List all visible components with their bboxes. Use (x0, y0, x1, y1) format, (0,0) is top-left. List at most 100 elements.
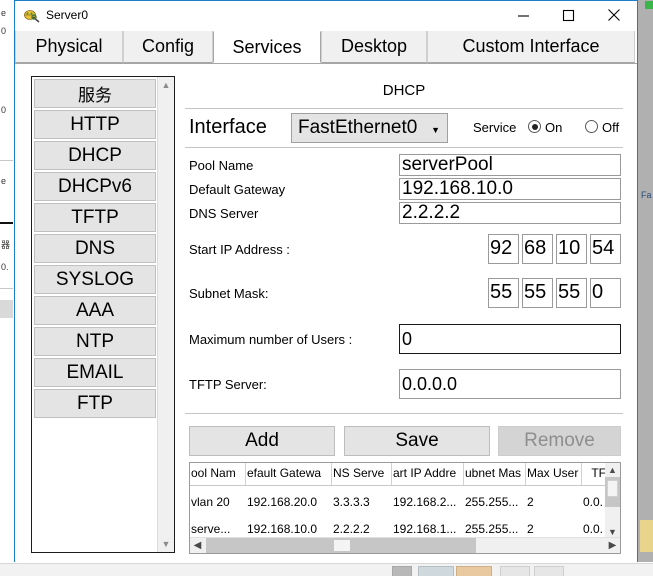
remove-button: Remove (498, 426, 621, 456)
start-ip-row: Start IP Address : 92 68 10 54 (185, 234, 623, 266)
divider (185, 147, 623, 148)
sidebar-scrollbar[interactable]: ▲ ▼ (157, 77, 174, 552)
action-buttons: Add Save Remove (185, 426, 623, 456)
scrollbar-thumb[interactable] (334, 540, 350, 551)
tab-config[interactable]: Config (123, 31, 213, 63)
sidebar-item-aaa[interactable]: AAA (34, 296, 156, 325)
dhcp-form: Pool Name serverPool Default Gateway 192… (185, 154, 623, 401)
chevron-left-icon[interactable]: ◀ (190, 538, 205, 553)
sidebar-item-tftp[interactable]: TFTP (34, 203, 156, 232)
table-column-header[interactable]: NS Serve (332, 463, 392, 485)
taskbar-item[interactable] (418, 566, 454, 576)
sidebar-item-http[interactable]: HTTP (34, 110, 156, 139)
sidebar-item-email[interactable]: EMAIL (34, 358, 156, 387)
add-button[interactable]: Add (189, 426, 335, 456)
max-users-input[interactable]: 0 (399, 324, 621, 354)
table-horizontal-scrollbar[interactable]: ◀ ▶ (190, 537, 620, 553)
table-cell: 255.255... (465, 495, 519, 509)
save-button-label: Save (395, 430, 439, 451)
interface-dropdown[interactable]: FastEthernet0 ▼ (291, 113, 448, 143)
dhcp-panel: DHCP Interface FastEthernet0 ▼ Service O… (185, 76, 623, 554)
sidebar-item-dhcp[interactable]: DHCP (34, 141, 156, 170)
sidebar-item-label: TFTP (71, 206, 119, 228)
sidebar-item-dns[interactable]: DNS (34, 234, 156, 263)
tab-custom-interface[interactable]: Custom Interface (427, 31, 635, 63)
subnet-mask-label: Subnet Mask: (189, 286, 269, 301)
pool-name-row: Pool Name serverPool (185, 154, 623, 178)
default-gateway-input[interactable]: 192.168.10.0 (399, 178, 621, 200)
subnet-mask-octet-2[interactable]: 55 (522, 278, 553, 308)
tab-label: Services (232, 36, 302, 57)
subnet-mask-octet-3[interactable]: 55 (556, 278, 587, 308)
chevron-down-icon[interactable]: ▼ (158, 536, 174, 552)
close-icon[interactable] (591, 1, 636, 29)
max-users-label: Maximum number of Users : (189, 332, 353, 347)
start-ip-octet-4[interactable]: 54 (590, 234, 621, 264)
sidebar-header: 服务 (34, 79, 156, 108)
tab-desktop[interactable]: Desktop (321, 31, 427, 63)
chevron-up-icon[interactable]: ▲ (158, 77, 174, 93)
subnet-mask-octet-4[interactable]: 0 (590, 278, 621, 308)
max-users-row: Maximum number of Users : 0 (185, 324, 623, 356)
table-column-header[interactable]: Max User (526, 463, 582, 485)
sidebar-item-label: HTTP (70, 113, 120, 135)
start-ip-octets: 92 68 10 54 (488, 234, 621, 264)
sidebar-item-label: NTP (76, 330, 114, 352)
sidebar-item-syslog[interactable]: SYSLOG (34, 265, 156, 294)
pool-name-input[interactable]: serverPool (399, 154, 621, 176)
screen: e 0 0 e 器 0. Fa Server0 Physical Config … (0, 0, 653, 576)
table-column-header[interactable]: ubnet Mas (464, 463, 526, 485)
sidebar-item-ntp[interactable]: NTP (34, 327, 156, 356)
service-off-radio[interactable] (585, 120, 598, 133)
desktop-divider (0, 160, 13, 161)
dns-server-input[interactable]: 2.2.2.2 (399, 202, 621, 224)
table-column-header[interactable]: efault Gatewa (246, 463, 332, 485)
sidebar-item-label: FTP (77, 392, 113, 414)
table-column-header[interactable]: ool Nam (190, 463, 246, 485)
tab-services[interactable]: Services (213, 31, 321, 63)
save-button[interactable]: Save (344, 426, 490, 456)
table-column-header[interactable]: art IP Addre (392, 463, 464, 485)
table-row[interactable]: vlan 20 192.168.20.0 3.3.3.3 192.168.2..… (190, 490, 607, 515)
server-window: Server0 Physical Config Services Desktop… (14, 0, 638, 562)
taskbar-item[interactable] (500, 566, 530, 576)
table-vertical-scrollbar[interactable]: ▲ ▼ (605, 463, 620, 539)
sidebar-item-label: EMAIL (66, 361, 124, 383)
desktop-divider (0, 288, 13, 289)
table-cell: 2 (527, 495, 534, 509)
interface-label: Interface (189, 116, 267, 138)
table-column-header[interactable]: TF (582, 463, 607, 485)
service-on-radio[interactable] (528, 120, 541, 133)
start-ip-octet-3[interactable]: 10 (556, 234, 587, 264)
tftp-server-input[interactable]: 0.0.0.0 (399, 369, 621, 399)
tab-physical[interactable]: Physical (15, 31, 123, 63)
dns-server-row: DNS Server 2.2.2.2 (185, 202, 623, 226)
sidebar-item-ftp[interactable]: FTP (34, 389, 156, 418)
scrollbar-thumb[interactable] (607, 480, 618, 497)
desktop-divider (0, 222, 13, 224)
taskbar-item[interactable] (392, 566, 412, 576)
tab-label: Config (141, 36, 195, 56)
subnet-mask-octet-1[interactable]: 55 (488, 278, 519, 308)
tabstrip: Physical Config Services Desktop Custom … (15, 31, 637, 64)
table-body-wrapper: ool Nam efault Gatewa NS Serve art IP Ad… (190, 463, 607, 542)
start-ip-octet-2[interactable]: 68 (522, 234, 553, 264)
bg-fragment: 0. (1, 262, 9, 272)
minimize-icon[interactable] (501, 1, 546, 29)
start-ip-octet-1[interactable]: 92 (488, 234, 519, 264)
maximize-icon[interactable] (546, 1, 591, 29)
window-titlebar[interactable]: Server0 (15, 1, 637, 31)
chevron-up-icon[interactable]: ▲ (605, 463, 620, 477)
chevron-right-icon[interactable]: ▶ (605, 538, 620, 553)
service-on-label: On (545, 120, 563, 135)
subnet-mask-octets: 55 55 55 0 (488, 278, 621, 308)
desktop-green-marker (645, 1, 653, 9)
taskbar-item[interactable] (456, 566, 492, 576)
desktop-yellow-block (640, 520, 653, 552)
default-gateway-row: Default Gateway 192.168.10.0 (185, 178, 623, 202)
bg-fragment: e (1, 8, 7, 18)
bg-fragment: 0 (1, 105, 7, 115)
tab-label: Physical (35, 36, 103, 56)
taskbar-item[interactable] (534, 566, 564, 576)
sidebar-item-dhcpv6[interactable]: DHCPv6 (34, 172, 156, 201)
